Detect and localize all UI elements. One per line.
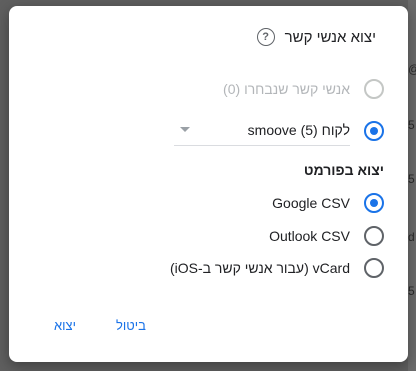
dialog-title: יצוא אנשי קשר: [284, 28, 376, 46]
format-option-outlook-csv[interactable]: Outlook CSV: [269, 224, 384, 248]
help-icon[interactable]: ?: [256, 28, 275, 46]
format-section-title: יצוא בפורמט: [303, 162, 384, 178]
dialog-header: יצוא אנשי קשר ?: [256, 28, 376, 46]
label-group-dropdown[interactable]: לקוח (5) smoove: [174, 116, 350, 146]
format-option-google-csv[interactable]: Google CSV: [272, 191, 384, 215]
radio-google-csv[interactable]: [364, 193, 384, 213]
background-text: 5: [408, 172, 415, 186]
format-option-vcard[interactable]: vCard (עבור אנשי קשר ב-iOS): [170, 256, 384, 280]
source-option-label-group[interactable]: לקוח (5) smoove: [174, 116, 384, 146]
export-button[interactable]: יצוא: [54, 318, 76, 333]
source-option-label: אנשי קשר שנבחרו (0): [223, 81, 350, 97]
export-contacts-dialog: יצוא אנשי קשר ? אנשי קשר שנבחרו (0) לקוח…: [9, 6, 408, 362]
background-text: 5: [408, 118, 415, 132]
background-text: @: [408, 62, 416, 76]
radio-vcard[interactable]: [364, 258, 384, 278]
format-option-label: Google CSV: [272, 195, 350, 211]
radio-selected-contacts: [364, 79, 384, 99]
source-option-selected-contacts: אנשי קשר שנבחרו (0): [223, 77, 384, 101]
background-text: d: [408, 230, 415, 244]
background-text: 5: [408, 284, 415, 298]
cancel-button[interactable]: ביטול: [116, 318, 146, 333]
format-option-label: vCard (עבור אנשי קשר ב-iOS): [169, 260, 350, 276]
background-page-edge: @ 5 5 d 5: [408, 0, 416, 371]
format-option-label: Outlook CSV: [269, 228, 350, 244]
dropdown-arrow-icon: [180, 127, 190, 132]
radio-label-group[interactable]: [364, 121, 384, 141]
dropdown-selected-value: לקוח (5) smoove: [247, 121, 350, 138]
radio-outlook-csv[interactable]: [364, 226, 384, 246]
